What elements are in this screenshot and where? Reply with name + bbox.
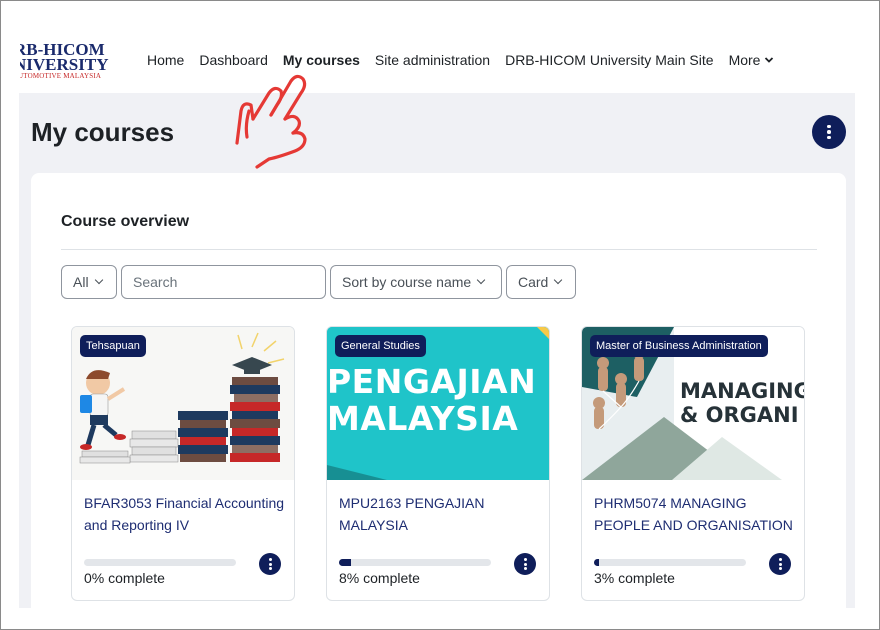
progress-bar bbox=[594, 559, 746, 566]
divider bbox=[61, 249, 817, 250]
page-title: My courses bbox=[31, 117, 175, 147]
grouping-value: All bbox=[73, 274, 89, 290]
progress-fill bbox=[594, 559, 599, 566]
progress-bar bbox=[339, 559, 491, 566]
course-image-text-line-2: & ORGANI bbox=[680, 403, 799, 427]
course-name-link[interactable]: BFAR3053 Financial Accounting and Report… bbox=[84, 492, 289, 536]
course-image[interactable]: MANAGING & ORGANI Master of Business Adm… bbox=[582, 327, 805, 480]
course-image-text-line-1: MANAGING bbox=[680, 379, 805, 403]
kebab-menu-icon bbox=[268, 558, 272, 570]
course-card[interactable]: PENGAJIAN MALAYSIA General Studies MPU21… bbox=[326, 326, 550, 601]
course-image-text-line-1: PENGAJIAN bbox=[327, 363, 537, 401]
course-actions-button[interactable] bbox=[514, 553, 536, 575]
course-overview-heading: Course overview bbox=[61, 213, 190, 230]
search-input[interactable]: Search bbox=[121, 265, 326, 299]
kebab-menu-icon bbox=[778, 558, 782, 570]
course-overview-block: Course overview All Search Sort by cours… bbox=[31, 173, 846, 608]
view-dropdown[interactable]: Card bbox=[506, 265, 576, 299]
course-card[interactable]: Tehsapuan BFAR3053 Financial Accounting … bbox=[71, 326, 295, 601]
page-actions-button[interactable] bbox=[812, 115, 846, 149]
view-value: Card bbox=[518, 274, 549, 290]
sort-value: Sort by course name bbox=[342, 274, 472, 290]
chevron-down-icon bbox=[94, 275, 103, 285]
course-category-badge: Tehsapuan bbox=[80, 335, 146, 357]
course-image-text: PENGAJIAN MALAYSIA bbox=[327, 363, 549, 437]
logo-line-2: NIVERSITY bbox=[20, 55, 109, 74]
course-image[interactable]: Tehsapuan bbox=[72, 327, 294, 480]
course-name-link[interactable]: PHRM5074 MANAGING PEOPLE AND ORGANISATIO… bbox=[594, 492, 799, 536]
course-image-text: MANAGING & ORGANI bbox=[680, 379, 805, 427]
course-actions-button[interactable] bbox=[769, 553, 791, 575]
course-actions-button[interactable] bbox=[259, 553, 281, 575]
chevron-down-icon bbox=[476, 275, 486, 285]
primary-navigation: Home Dashboard My courses Site administr… bbox=[147, 52, 782, 68]
page-content: My courses Course overview All Search So… bbox=[19, 93, 855, 608]
navbar: RB-HICOM NIVERSITY UTOMOTIVE MALAYSIA Ho… bbox=[2, 2, 878, 92]
kebab-menu-icon bbox=[827, 124, 831, 140]
course-card[interactable]: MANAGING & ORGANI Master of Business Adm… bbox=[581, 326, 805, 601]
progress-fill bbox=[339, 559, 352, 566]
nav-site-administration[interactable]: Site administration bbox=[367, 52, 497, 68]
search-placeholder: Search bbox=[133, 274, 178, 290]
progress-label: 3% complete bbox=[594, 570, 675, 586]
nav-more-label: More bbox=[728, 52, 761, 68]
site-logo[interactable]: RB-HICOM NIVERSITY UTOMOTIVE MALAYSIA bbox=[20, 42, 120, 82]
progress-label: 8% complete bbox=[339, 570, 420, 586]
browser-frame: RB-HICOM NIVERSITY UTOMOTIVE MALAYSIA Ho… bbox=[0, 0, 880, 630]
grouping-dropdown[interactable]: All bbox=[61, 265, 117, 299]
kebab-menu-icon bbox=[523, 558, 527, 570]
course-image-text-line-2: MALAYSIA bbox=[327, 399, 519, 437]
nav-more[interactable]: More bbox=[721, 52, 782, 68]
chevron-down-icon bbox=[554, 275, 563, 285]
course-category-badge: Master of Business Administration bbox=[590, 335, 768, 357]
nav-main-site[interactable]: DRB-HICOM University Main Site bbox=[498, 52, 721, 68]
progress-bar bbox=[84, 559, 236, 566]
chevron-down-icon bbox=[765, 57, 774, 63]
sort-dropdown[interactable]: Sort by course name bbox=[330, 265, 502, 299]
nav-my-courses[interactable]: My courses bbox=[275, 52, 367, 68]
nav-home[interactable]: Home bbox=[147, 52, 192, 68]
course-name-link[interactable]: MPU2163 PENGAJIAN MALAYSIA bbox=[339, 492, 544, 536]
course-image[interactable]: PENGAJIAN MALAYSIA General Studies bbox=[327, 327, 549, 480]
nav-dashboard[interactable]: Dashboard bbox=[192, 52, 276, 68]
course-category-badge: General Studies bbox=[335, 335, 426, 357]
progress-label: 0% complete bbox=[84, 570, 165, 586]
